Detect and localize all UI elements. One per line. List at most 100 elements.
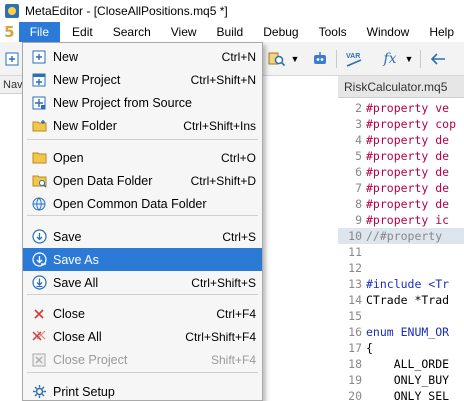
save-all-icon [31, 275, 47, 291]
code-line[interactable]: 4 #property de [338, 132, 464, 148]
navigator-header: Nav [0, 76, 23, 94]
menu-item-label: Close [53, 306, 85, 321]
toolbar-separator [336, 50, 337, 68]
menu-item-shortcut: Ctrl+Shift+N [190, 72, 256, 87]
code-text: #property cop [366, 117, 457, 131]
new-project-icon [31, 72, 47, 88]
toolbar-var-icon[interactable]: VAR [343, 49, 367, 69]
menu-item-label: Save All [53, 275, 99, 290]
title-bar: MetaEditor - [CloseAllPositions.mq5 *] [0, 0, 464, 22]
code-line[interactable]: 9 #property ic [338, 212, 464, 228]
menu-item-open-common-data-folder[interactable]: Open Common Data Folder [23, 192, 262, 215]
menu-item-new[interactable]: New Ctrl+N [23, 45, 262, 68]
toolbar-robot-icon[interactable] [310, 49, 330, 69]
project-from-source-icon [31, 95, 47, 111]
new-folder-icon [31, 118, 47, 134]
code-text: #property de [366, 149, 450, 163]
code-text: #property de [366, 133, 450, 147]
code-line[interactable]: 5 #property de [338, 148, 464, 164]
mdi-five-icon[interactable]: 5 [0, 23, 19, 41]
menu-view-label: View [170, 25, 197, 39]
menu-item-open-data-folder[interactable]: Open Data Folder Ctrl+Shift+D [23, 169, 262, 192]
menu-view[interactable]: View [161, 22, 207, 42]
line-number: 4 [355, 133, 362, 147]
code-area[interactable]: 2 #property ve 3 #property cop 4 #property de… [338, 98, 464, 401]
menu-item-label: Save As [53, 252, 99, 267]
menu-item-label: Open [53, 150, 84, 165]
menu-item-shortcut: Ctrl+N [221, 49, 256, 64]
metaeditor-app-icon [5, 4, 19, 18]
save-icon [31, 229, 47, 245]
toolbar-new-icon[interactable] [4, 49, 20, 69]
menu-window[interactable]: Window [357, 22, 420, 42]
menu-item-open[interactable]: Open Ctrl+O [23, 146, 262, 169]
code-line[interactable]: 16 enum ENUM_OR [338, 324, 464, 340]
line-number: 8 [355, 197, 362, 211]
toolbar-function-icon[interactable]: fx [378, 49, 402, 69]
code-text: #property de [366, 165, 450, 179]
menu-item-shortcut: Ctrl+Shift+D [190, 173, 256, 188]
menu-item-close[interactable]: Close Ctrl+F4 [23, 302, 262, 325]
menu-item-save-all[interactable]: Save All Ctrl+Shift+S [23, 271, 262, 294]
line-number: 15 [348, 309, 362, 323]
code-line[interactable]: 14 CTrade *Trad [338, 292, 464, 308]
code-line[interactable]: 15 [338, 308, 464, 324]
menu-item-shortcut: Ctrl+Shift+Ins [183, 118, 256, 133]
code-line[interactable]: 2 #property ve [338, 100, 464, 116]
code-line[interactable]: 11 [338, 244, 464, 260]
code-line[interactable]: 3 #property cop [338, 116, 464, 132]
code-text: ONLY_BUY [366, 373, 450, 387]
code-line[interactable]: 13 #include <Tr [338, 276, 464, 292]
menu-tools[interactable]: Tools [309, 22, 357, 42]
code-line[interactable]: 19 ONLY_BUY [338, 372, 464, 388]
menu-item-close-all[interactable]: Close All Ctrl+Shift+F4 [23, 325, 262, 348]
menu-item-close-project: Close Project Shift+F4 [23, 348, 262, 371]
menu-item-label: Close All [53, 329, 102, 344]
menu-item-print-setup[interactable]: Print Setup [23, 380, 262, 401]
menu-build[interactable]: Build [207, 22, 254, 42]
menu-item-shortcut: Ctrl+S [222, 229, 256, 244]
menu-item-save[interactable]: Save Ctrl+S [23, 225, 262, 248]
menu-edit[interactable]: Edit [60, 22, 103, 42]
menu-item-shortcut: Ctrl+O [220, 150, 256, 165]
code-text: #property ve [366, 101, 450, 115]
code-line[interactable]: 8 #property de [338, 196, 464, 212]
navigator-pane: Nav [0, 76, 24, 401]
line-number: 11 [348, 245, 362, 259]
tab-riskcalculator[interactable]: RiskCalculator.mq5 [338, 76, 464, 98]
menu-item-save-as[interactable]: Save As [23, 248, 262, 271]
menu-item-new-folder[interactable]: New Folder Ctrl+Shift+Ins [23, 114, 262, 137]
line-number: 17 [348, 341, 362, 355]
code-line[interactable]: 7 #property de [338, 180, 464, 196]
code-line[interactable]: 20 ONLY_SEL [338, 388, 464, 401]
line-number: 6 [355, 165, 362, 179]
code-line[interactable]: 10 //#property [338, 228, 464, 244]
code-line[interactable]: 18 ALL_ORDE [338, 356, 464, 372]
code-line[interactable]: 17 { [338, 340, 464, 356]
line-number: 9 [355, 213, 362, 227]
menu-debug[interactable]: Debug [253, 22, 308, 42]
line-number: 19 [348, 373, 362, 387]
menu-search[interactable]: Search [103, 22, 161, 42]
menu-item-new-project-from-source[interactable]: New Project from Source [23, 91, 262, 114]
toolbar-back-arrow-icon[interactable] [427, 49, 449, 69]
new-file-icon [31, 49, 47, 65]
common-folder-icon [31, 196, 47, 212]
line-number: 2 [355, 101, 362, 115]
code-text: #property de [366, 197, 450, 211]
toolbar-search-icon[interactable] [266, 49, 288, 69]
menu-file[interactable]: File [18, 22, 61, 42]
code-text: #property de [366, 181, 450, 195]
code-text: ONLY_SEL [366, 389, 450, 401]
toolbar-dropdown-chevron-icon[interactable]: ▼ [290, 49, 300, 69]
code-line[interactable]: 6 #property de [338, 164, 464, 180]
menu-window-label: Window [366, 25, 410, 39]
menu-help[interactable]: Help [419, 22, 464, 42]
code-text: //#property [366, 229, 443, 243]
code-text: #include <Tr [366, 277, 450, 291]
menu-item-shortcut: Ctrl+Shift+F4 [185, 329, 256, 344]
editor-tab-label: RiskCalculator.mq5 [344, 80, 448, 94]
menu-item-new-project[interactable]: New Project Ctrl+Shift+N [23, 68, 262, 91]
code-line[interactable]: 12 [338, 260, 464, 276]
toolbar-function-chevron-icon[interactable]: ▼ [404, 49, 414, 69]
